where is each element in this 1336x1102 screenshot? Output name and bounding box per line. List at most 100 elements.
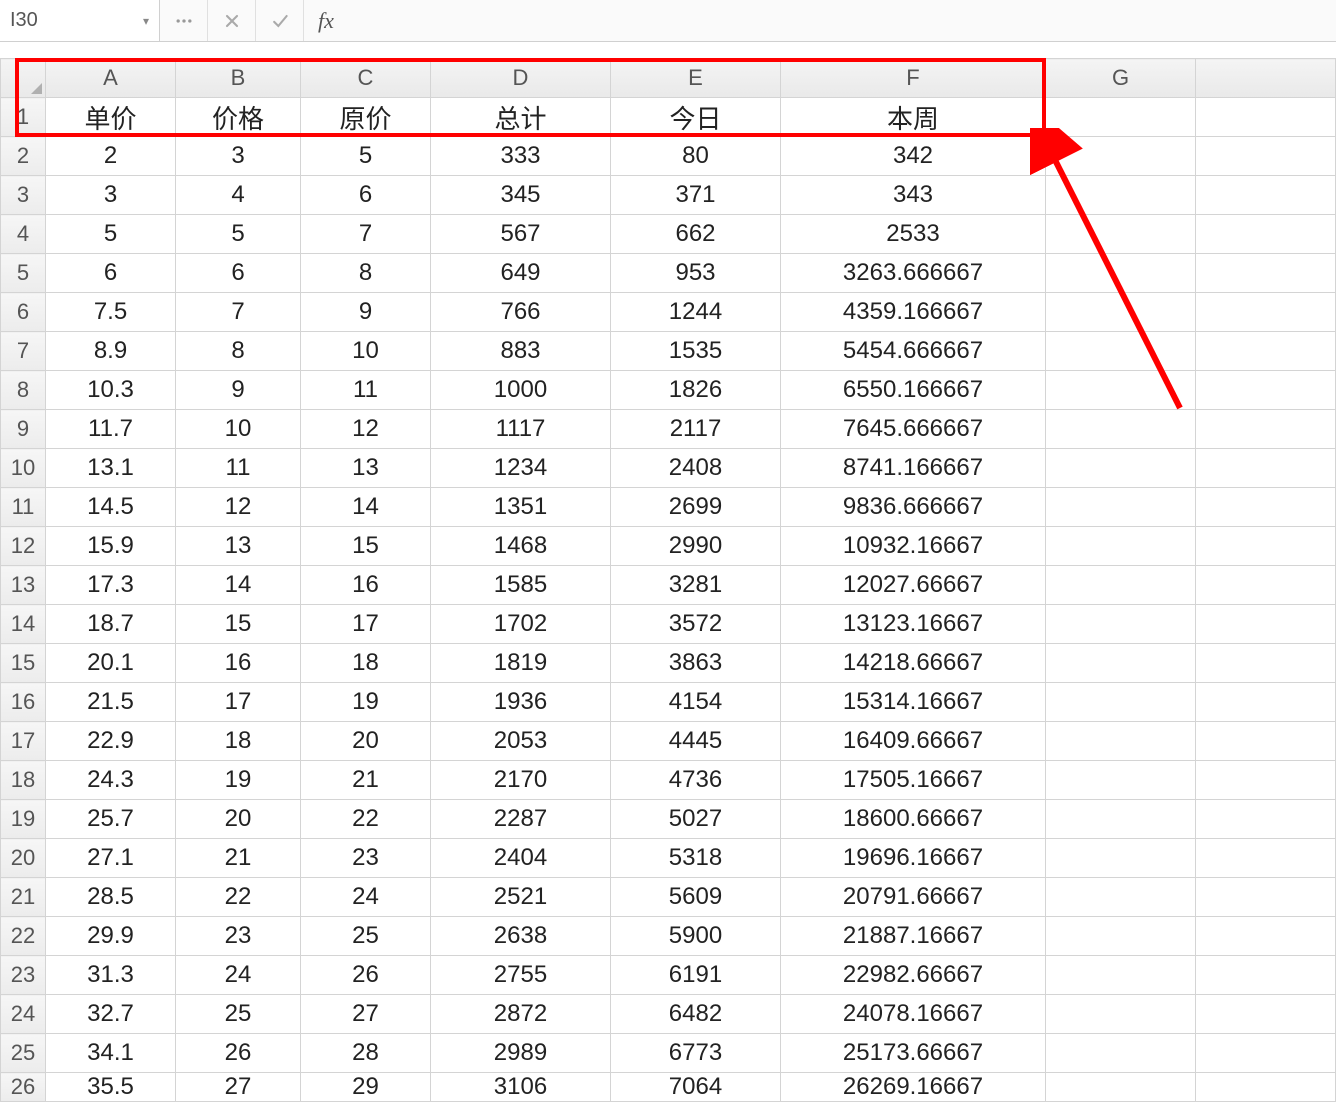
cell[interactable]: [1046, 566, 1196, 605]
cell[interactable]: [1046, 371, 1196, 410]
cell[interactable]: 17: [176, 683, 301, 722]
cell[interactable]: 本周: [781, 98, 1046, 137]
formula-input[interactable]: [348, 0, 1336, 41]
row-header-4[interactable]: 4: [1, 215, 46, 254]
cell[interactable]: 2287: [431, 800, 611, 839]
cell[interactable]: 953: [611, 254, 781, 293]
cell[interactable]: 2755: [431, 956, 611, 995]
cell[interactable]: 16: [301, 566, 431, 605]
cell[interactable]: 5454.666667: [781, 332, 1046, 371]
column-header-A[interactable]: A: [46, 59, 176, 98]
cell[interactable]: [1046, 605, 1196, 644]
cell[interactable]: 8: [301, 254, 431, 293]
cell[interactable]: [1196, 1073, 1336, 1102]
cell[interactable]: [1046, 839, 1196, 878]
row-header-18[interactable]: 18: [1, 761, 46, 800]
cell[interactable]: 12027.66667: [781, 566, 1046, 605]
cell[interactable]: 24.3: [46, 761, 176, 800]
cell[interactable]: 6: [176, 254, 301, 293]
name-box[interactable]: I30 ▾: [0, 0, 160, 41]
cell[interactable]: [1196, 800, 1336, 839]
cell[interactable]: 1117: [431, 410, 611, 449]
cell[interactable]: 27: [176, 1073, 301, 1102]
cell[interactable]: 5: [176, 215, 301, 254]
cell[interactable]: 28: [301, 1034, 431, 1073]
cell[interactable]: 6482: [611, 995, 781, 1034]
cell[interactable]: [1046, 215, 1196, 254]
cell[interactable]: 10932.16667: [781, 527, 1046, 566]
cell[interactable]: 345: [431, 176, 611, 215]
column-header-E[interactable]: E: [611, 59, 781, 98]
cell[interactable]: 总计: [431, 98, 611, 137]
cell[interactable]: 15.9: [46, 527, 176, 566]
cell[interactable]: 34.1: [46, 1034, 176, 1073]
cell[interactable]: 371: [611, 176, 781, 215]
cell[interactable]: 10: [301, 332, 431, 371]
cell[interactable]: [1196, 761, 1336, 800]
row-header-22[interactable]: 22: [1, 917, 46, 956]
cell[interactable]: 24: [301, 878, 431, 917]
cell[interactable]: 4445: [611, 722, 781, 761]
cell[interactable]: [1196, 722, 1336, 761]
cell[interactable]: 14218.66667: [781, 644, 1046, 683]
cell[interactable]: [1196, 917, 1336, 956]
cell[interactable]: [1046, 917, 1196, 956]
row-header-6[interactable]: 6: [1, 293, 46, 332]
cell[interactable]: 9: [176, 371, 301, 410]
cell[interactable]: 14: [176, 566, 301, 605]
cell[interactable]: 80: [611, 137, 781, 176]
row-header-23[interactable]: 23: [1, 956, 46, 995]
cell[interactable]: 1234: [431, 449, 611, 488]
cell[interactable]: [1046, 1073, 1196, 1102]
cell[interactable]: [1196, 605, 1336, 644]
cell[interactable]: [1046, 449, 1196, 488]
row-header-11[interactable]: 11: [1, 488, 46, 527]
cell[interactable]: 1936: [431, 683, 611, 722]
cell[interactable]: 13: [176, 527, 301, 566]
cell[interactable]: [1046, 332, 1196, 371]
cell[interactable]: 3572: [611, 605, 781, 644]
row-header-5[interactable]: 5: [1, 254, 46, 293]
cell[interactable]: [1046, 410, 1196, 449]
spreadsheet-grid[interactable]: ABCDEFG1单价价格原价总计今日本周22353338034233463453…: [0, 58, 1336, 1080]
cell[interactable]: [1196, 371, 1336, 410]
cell[interactable]: 4736: [611, 761, 781, 800]
cell[interactable]: 2699: [611, 488, 781, 527]
name-box-dropdown-icon[interactable]: ▾: [143, 14, 149, 28]
cell[interactable]: 1244: [611, 293, 781, 332]
cell[interactable]: 1819: [431, 644, 611, 683]
function-menu-button[interactable]: [160, 0, 208, 41]
cell[interactable]: 单价: [46, 98, 176, 137]
cell[interactable]: 23: [176, 917, 301, 956]
cell[interactable]: 7064: [611, 1073, 781, 1102]
cell[interactable]: 1351: [431, 488, 611, 527]
cell[interactable]: 19: [176, 761, 301, 800]
cell[interactable]: 20791.66667: [781, 878, 1046, 917]
cell[interactable]: 3281: [611, 566, 781, 605]
cell[interactable]: 18: [301, 644, 431, 683]
cell[interactable]: 6191: [611, 956, 781, 995]
cell[interactable]: 19: [301, 683, 431, 722]
cell[interactable]: 25: [176, 995, 301, 1034]
cell[interactable]: 883: [431, 332, 611, 371]
cell[interactable]: 5900: [611, 917, 781, 956]
cell[interactable]: 662: [611, 215, 781, 254]
cell[interactable]: 22.9: [46, 722, 176, 761]
row-header-10[interactable]: 10: [1, 449, 46, 488]
cell[interactable]: 12: [176, 488, 301, 527]
cell[interactable]: 2989: [431, 1034, 611, 1073]
cell[interactable]: [1196, 1034, 1336, 1073]
cell[interactable]: 21: [176, 839, 301, 878]
cell[interactable]: 7: [176, 293, 301, 332]
cell[interactable]: [1196, 839, 1336, 878]
cell[interactable]: 2053: [431, 722, 611, 761]
cell[interactable]: 25.7: [46, 800, 176, 839]
cell[interactable]: 5609: [611, 878, 781, 917]
fx-icon[interactable]: fx: [304, 0, 348, 41]
cell[interactable]: [1196, 98, 1336, 137]
cell[interactable]: 2404: [431, 839, 611, 878]
cell[interactable]: [1046, 683, 1196, 722]
row-header-16[interactable]: 16: [1, 683, 46, 722]
cell[interactable]: 6550.166667: [781, 371, 1046, 410]
cell[interactable]: 21.5: [46, 683, 176, 722]
